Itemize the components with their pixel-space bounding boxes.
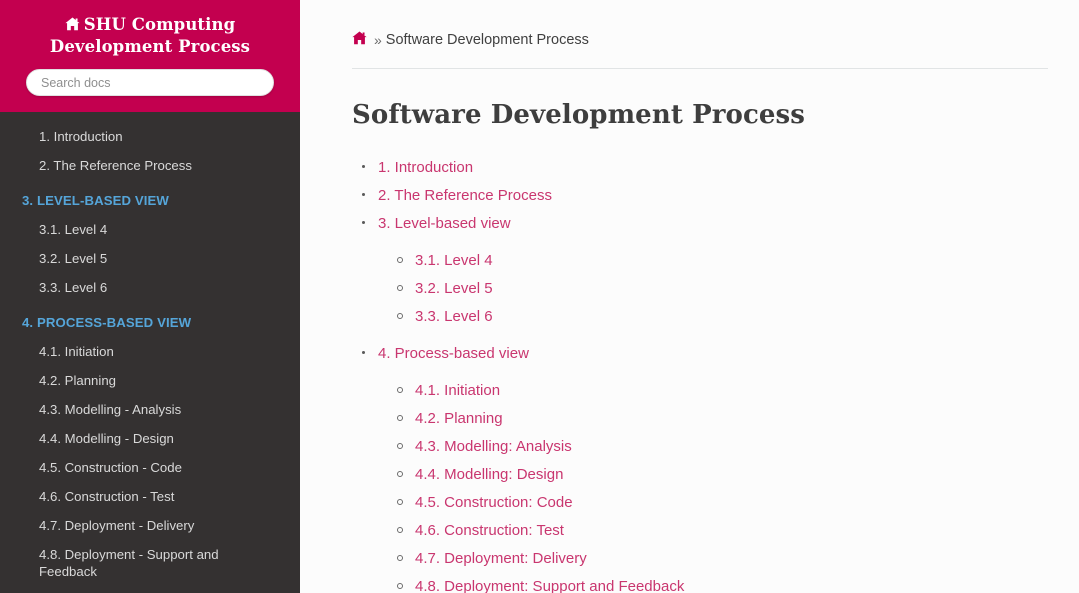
brand-link[interactable]: SHU Computing Development Process xyxy=(12,14,288,57)
toc-sublink[interactable]: 4.6. Construction: Test xyxy=(415,522,564,539)
toc-item: 3. Level-based view 3.1. Level 4 3.2. Leve… xyxy=(352,212,1049,329)
sidebar-nav-entry: 3.3. Level 6 xyxy=(0,273,300,302)
sidebar-nav-entry: 3.2. Level 5 xyxy=(0,244,300,273)
breadcrumb: » Software Development Process xyxy=(352,0,1049,48)
toc-item: 4. Process-based view 4.1. Initiation 4.2.… xyxy=(352,342,1049,593)
sidebar-header: SHU Computing Development Process xyxy=(0,0,300,112)
sidebar-item-12[interactable]: 4.6. Construction - Test xyxy=(0,482,300,511)
home-icon xyxy=(352,31,367,48)
search-input[interactable] xyxy=(26,69,274,96)
sidebar-item-7[interactable]: 4.1. Initiation xyxy=(0,337,300,366)
toc-sublink[interactable]: 4.3. Modelling: Analysis xyxy=(415,438,572,455)
sidebar-caption-6: 4. Process-based view xyxy=(22,315,192,330)
toc-link[interactable]: 2. The Reference Process xyxy=(378,187,552,204)
toc-sublink[interactable]: 4.5. Construction: Code xyxy=(415,494,573,511)
sidebar-nav-entry: 4.8. Deployment - Support and Feedback xyxy=(0,540,300,586)
toc-subitem: 4.8. Deployment: Support and Feedback xyxy=(378,575,1049,593)
toc-sublink[interactable]: 4.2. Planning xyxy=(415,410,503,427)
toc-link[interactable]: 3. Level-based view xyxy=(378,215,511,232)
sidebar-caption-2: 3. Level-based view xyxy=(22,193,169,208)
toc-subitem: 4.2. Planning xyxy=(378,407,1049,431)
sidebar-nav-entry: 1. Introduction xyxy=(0,122,300,151)
page-title: Software Development Process xyxy=(352,100,806,130)
toc-sublist: 4.1. Initiation 4.2. Planning 4.3. Modelli… xyxy=(378,379,1049,593)
toc-subitem: 4.4. Modelling: Design xyxy=(378,463,1049,487)
breadcrumb-current: Software Development Process xyxy=(385,31,589,48)
content-inner: » Software Development Process Software … xyxy=(300,0,1079,593)
sidebar-item-8[interactable]: 4.2. Planning xyxy=(0,366,300,395)
sidebar-nav-entry: 4.7. Deployment - Delivery xyxy=(0,511,300,540)
breadcrumb-divider xyxy=(352,68,1048,69)
breadcrumb-separator: » xyxy=(374,31,382,48)
sidebar-item-11[interactable]: 4.5. Construction - Code xyxy=(0,453,300,482)
sidebar: SHU Computing Development Process 1. Int… xyxy=(0,0,300,593)
sidebar-nav-entry: 4.6. Construction - Test xyxy=(0,482,300,511)
sidebar-nav-entry: 2. The Reference Process xyxy=(0,151,300,180)
toc-sublist: 3.1. Level 4 3.2. Level 5 3.3. Level 6 xyxy=(378,249,1049,329)
sidebar-item-3[interactable]: 3.1. Level 4 xyxy=(0,215,300,244)
toc-subitem: 3.1. Level 4 xyxy=(378,249,1049,273)
sidebar-item-4[interactable]: 3.2. Level 5 xyxy=(0,244,300,273)
sidebar-nav-entry: 4. Process-based view xyxy=(0,302,300,337)
toc-subitem: 4.6. Construction: Test xyxy=(378,519,1049,543)
toc-link[interactable]: 4. Process-based view xyxy=(378,345,529,362)
toc-sublink[interactable]: 3.1. Level 4 xyxy=(415,252,493,269)
documentation-page: SHU Computing Development Process 1. Int… xyxy=(0,0,1079,593)
toc-item: 2. The Reference Process xyxy=(352,184,1049,208)
breadcrumb-home-link[interactable] xyxy=(352,31,367,48)
sidebar-nav-entry: 4.4. Modelling - Design xyxy=(0,424,300,453)
sidebar-nav-entry: 4.1. Initiation xyxy=(0,337,300,366)
sidebar-nav-entry: 4.5. Construction - Code xyxy=(0,453,300,482)
toc-subitem: 3.3. Level 6 xyxy=(378,305,1049,329)
brand-title: SHU Computing Development Process xyxy=(49,15,251,56)
sidebar-nav-entry: 4.2. Planning xyxy=(0,366,300,395)
sidebar-item-0[interactable]: 1. Introduction xyxy=(0,122,300,151)
toc-sublink[interactable]: 4.4. Modelling: Design xyxy=(415,466,563,483)
toc-subitem: 4.3. Modelling: Analysis xyxy=(378,435,1049,459)
toc-link[interactable]: 1. Introduction xyxy=(378,159,473,176)
toc-sublink[interactable]: 3.2. Level 5 xyxy=(415,280,493,297)
sidebar-nav-scroll[interactable]: 1. Introduction 2. The Reference Process 3… xyxy=(0,112,300,586)
sidebar-item-13[interactable]: 4.7. Deployment - Delivery xyxy=(0,511,300,540)
toc-sublink[interactable]: 3.3. Level 6 xyxy=(415,308,493,325)
toc-sublink[interactable]: 4.7. Deployment: Delivery xyxy=(415,550,587,567)
table-of-contents: 1. Introduction 2. The Reference Process 3… xyxy=(352,156,1049,593)
toc-subitem: 4.5. Construction: Code xyxy=(378,491,1049,515)
toc-sublink[interactable]: 4.1. Initiation xyxy=(415,382,500,399)
home-icon xyxy=(65,15,80,36)
sidebar-item-10[interactable]: 4.4. Modelling - Design xyxy=(0,424,300,453)
sidebar-nav-entry: 4.3. Modelling - Analysis xyxy=(0,395,300,424)
sidebar-nav-entry: 3.1. Level 4 xyxy=(0,215,300,244)
toc-subitem: 4.1. Initiation xyxy=(378,379,1049,403)
toc-subitem: 4.7. Deployment: Delivery xyxy=(378,547,1049,571)
sidebar-item-5[interactable]: 3.3. Level 6 xyxy=(0,273,300,302)
search-container xyxy=(12,69,288,96)
main-content: » Software Development Process Software … xyxy=(300,0,1079,593)
sidebar-nav-list: 1. Introduction 2. The Reference Process 3… xyxy=(0,122,300,586)
sidebar-item-14[interactable]: 4.8. Deployment - Support and Feedback xyxy=(0,540,300,586)
toc-subitem: 3.2. Level 5 xyxy=(378,277,1049,301)
sidebar-item-9[interactable]: 4.3. Modelling - Analysis xyxy=(0,395,300,424)
toc-sublink[interactable]: 4.8. Deployment: Support and Feedback xyxy=(415,578,684,593)
sidebar-item-1[interactable]: 2. The Reference Process xyxy=(0,151,300,180)
sidebar-nav-entry: 3. Level-based view xyxy=(0,180,300,215)
toc-item: 1. Introduction xyxy=(352,156,1049,180)
